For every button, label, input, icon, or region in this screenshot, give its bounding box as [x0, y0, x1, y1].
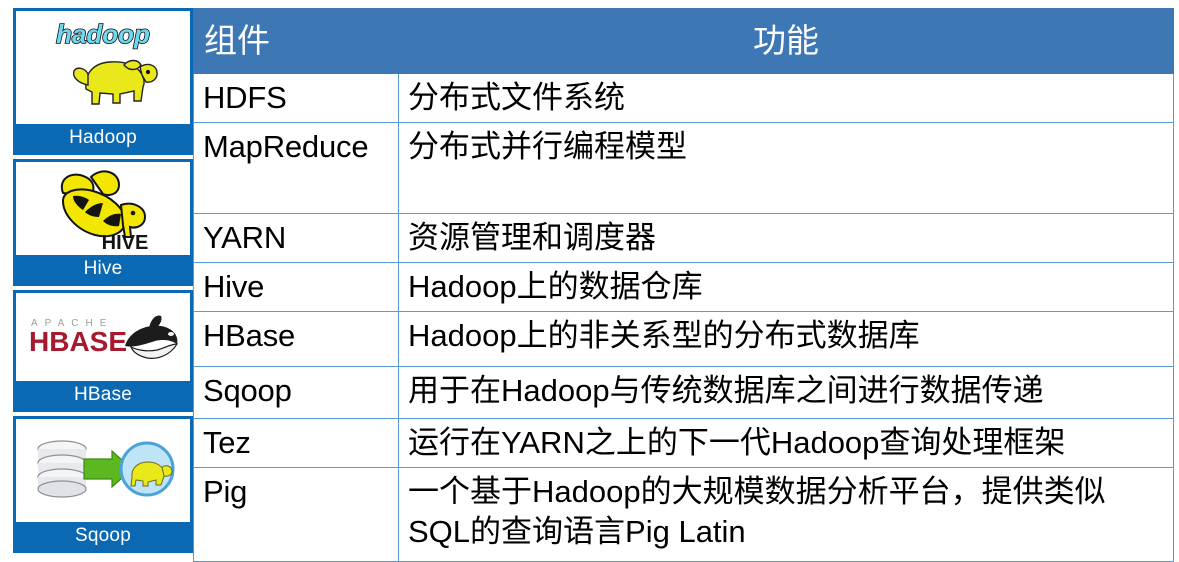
sqoop-logo-svg [37, 439, 175, 498]
component-name: HDFS [203, 80, 287, 115]
hbase-orca-icon: APACHE HBASE [16, 293, 190, 381]
hbase-logo-svg: APACHE HBASE [29, 315, 179, 359]
cell-function: Hadoop上的数据仓库 [398, 262, 1174, 312]
function-description: Hadoop上的数据仓库 [408, 269, 703, 304]
table-row: Hive Hadoop上的数据仓库 [193, 262, 1174, 312]
slide-canvas: hadoop Hadoop HIVE Hive APACHE HBASE HBa… [0, 0, 1179, 562]
function-description: 用于在Hadoop与传统数据库之间进行数据传递 [408, 373, 1044, 408]
cell-component: YARN [193, 213, 399, 263]
svg-text:HIVE: HIVE [102, 232, 149, 253]
cell-function: Hadoop上的非关系型的分布式数据库 [398, 311, 1174, 367]
function-description: 分布式并行编程模型 [408, 129, 687, 164]
table-row: YARN 资源管理和调度器 [193, 213, 1174, 263]
sidebar-tile-label: Hadoop [16, 124, 190, 152]
cell-function: 用于在Hadoop与传统数据库之间进行数据传递 [398, 366, 1174, 419]
cell-function: 资源管理和调度器 [398, 213, 1174, 263]
table-row: HBase Hadoop上的非关系型的分布式数据库 [193, 311, 1174, 367]
hive-bee-elephant-icon: HIVE [16, 162, 190, 255]
component-name: YARN [203, 220, 287, 255]
cell-component: Sqoop [193, 366, 399, 419]
cell-component: Pig [193, 467, 399, 562]
table-header-row: 组件 功能 [193, 8, 1174, 74]
cell-component: Tez [193, 418, 399, 468]
function-description: 资源管理和调度器 [408, 220, 656, 255]
cell-component: HBase [193, 311, 399, 367]
cell-component: HDFS [193, 73, 399, 123]
component-name: Pig [203, 474, 248, 509]
function-description: 分布式文件系统 [408, 80, 625, 115]
component-name: HBase [203, 318, 296, 353]
hadoop-components-table: 组件 功能 HDFS 分布式文件系统 MapReduce 分布式并行编程模型 Y… [193, 8, 1174, 562]
sidebar-tile-label: Hive [16, 255, 190, 283]
table-row: Sqoop 用于在Hadoop与传统数据库之间进行数据传递 [193, 366, 1174, 419]
cell-component: MapReduce [193, 122, 399, 214]
hbase-wordmark-text: HBASE [29, 326, 127, 357]
cell-function: 一个基于Hadoop的大规模数据分析平台，提供类似 SQL的查询语言Pig La… [398, 467, 1174, 562]
sidebar-tile-hadoop[interactable]: hadoop Hadoop [13, 8, 193, 155]
sidebar-tile-hbase[interactable]: APACHE HBASE HBase [13, 290, 193, 412]
hadoop-logo-svg: hadoop [55, 18, 158, 105]
sidebar-tile-label: Sqoop [16, 522, 190, 550]
table-row: MapReduce 分布式并行编程模型 [193, 122, 1174, 214]
column-header-component: 组件 [193, 8, 399, 74]
sidebar-tile-label: HBase [16, 381, 190, 409]
component-name: Sqoop [203, 373, 292, 408]
sqoop-transfer-icon [16, 419, 190, 522]
svg-text:hadoop: hadoop [56, 19, 150, 49]
function-description: 一个基于Hadoop的大规模数据分析平台，提供类似 SQL的查询语言Pig La… [408, 474, 1106, 549]
cell-function: 运行在YARN之上的下一代Hadoop查询处理框架 [398, 418, 1174, 468]
function-description: 运行在YARN之上的下一代Hadoop查询处理框架 [408, 425, 1066, 460]
column-header-function: 功能 [398, 8, 1174, 74]
sidebar-tile-sqoop[interactable]: Sqoop [13, 416, 193, 553]
table-row: Tez 运行在YARN之上的下一代Hadoop查询处理框架 [193, 418, 1174, 468]
sidebar-tile-hive[interactable]: HIVE Hive [13, 159, 193, 286]
cell-function: 分布式并行编程模型 [398, 122, 1174, 214]
hadoop-elephant-icon: hadoop [16, 11, 190, 124]
column-header-component-label: 组件 [204, 22, 270, 59]
cell-function: 分布式文件系统 [398, 73, 1174, 123]
column-header-function-label: 功能 [753, 22, 819, 59]
component-name: Tez [203, 425, 251, 460]
table-row: Pig 一个基于Hadoop的大规模数据分析平台，提供类似 SQL的查询语言Pi… [193, 467, 1174, 562]
hive-logo-svg: HIVE [60, 169, 149, 253]
cell-component: Hive [193, 262, 399, 312]
table-row: HDFS 分布式文件系统 [193, 73, 1174, 123]
logo-sidebar: hadoop Hadoop HIVE Hive APACHE HBASE HBa… [0, 0, 193, 562]
function-description: Hadoop上的非关系型的分布式数据库 [408, 318, 920, 353]
component-name: Hive [203, 269, 265, 304]
component-name: MapReduce [203, 129, 369, 164]
